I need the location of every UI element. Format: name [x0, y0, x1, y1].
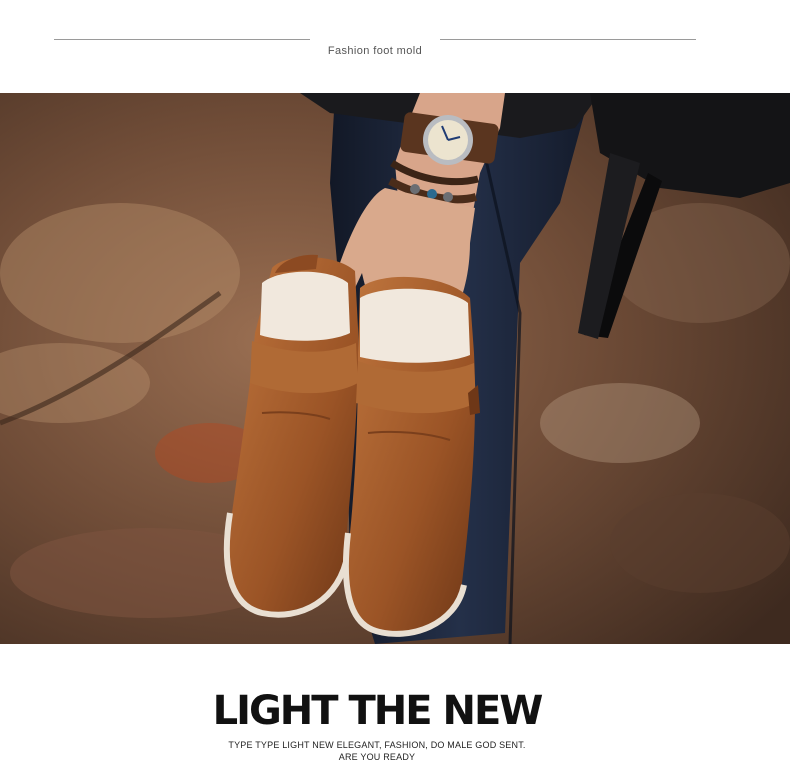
product-photo-illustration [0, 93, 790, 644]
header: Fashion foot mold [0, 0, 790, 93]
right-shoe [342, 276, 480, 637]
tagline-line-1: TYPE TYPE LIGHT NEW ELEGANT, FASHION, DO… [228, 740, 526, 750]
header-caption: Fashion foot mold [327, 45, 423, 57]
product-photo [0, 93, 790, 644]
header-rule-right [440, 39, 696, 40]
tagline-line-2: ARE YOU READY [338, 752, 416, 762]
headline: LIGHT THE NEW [212, 688, 544, 734]
header-rule-left [54, 39, 310, 40]
footer: LIGHT THE NEW TYPE TYPE LIGHT NEW ELEGAN… [0, 644, 790, 772]
